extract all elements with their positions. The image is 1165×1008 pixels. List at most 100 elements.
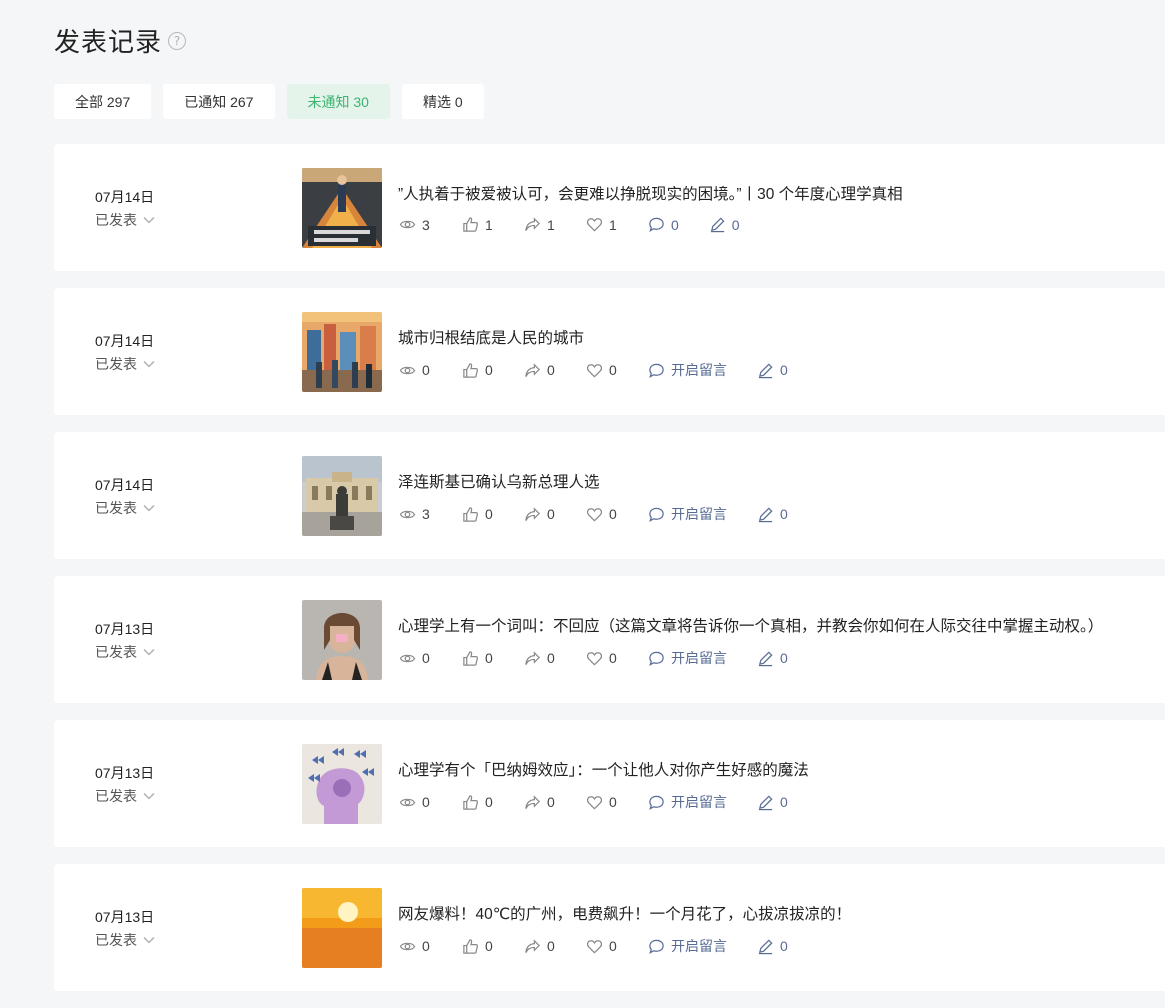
article-date: 07月14日 bbox=[95, 477, 155, 493]
read-count: 3 bbox=[399, 506, 462, 523]
pen-icon bbox=[758, 938, 773, 954]
heart-icon bbox=[586, 795, 603, 810]
comment-icon bbox=[649, 363, 664, 378]
chevron-down-icon bbox=[143, 649, 155, 656]
status-dropdown[interactable]: 已发表 bbox=[95, 642, 155, 662]
comment-control[interactable]: 开启留言 bbox=[648, 504, 727, 524]
note-control[interactable]: 0 bbox=[757, 506, 788, 523]
heart-icon bbox=[586, 939, 603, 954]
thumbs-up-icon bbox=[463, 217, 478, 232]
article-card: 07月14日 已发表 城市归根结底是人民的城市 0 0 0 0 开启留言 0 bbox=[54, 288, 1165, 415]
article-title[interactable]: 网友爆料！40℃的广州，电费飙升！一个月花了，心拔凉拔凉的！ bbox=[398, 902, 851, 924]
share-count: 0 bbox=[524, 362, 586, 379]
tab-notified[interactable]: 已通知 267 bbox=[163, 84, 275, 119]
favorite-count: 0 bbox=[586, 650, 648, 667]
share-icon bbox=[525, 650, 540, 665]
article-cover-image[interactable] bbox=[302, 600, 382, 680]
status-dropdown[interactable]: 已发表 bbox=[95, 786, 155, 806]
tab-all[interactable]: 全部 297 bbox=[54, 84, 152, 119]
comment-control[interactable]: 开启留言 bbox=[648, 648, 727, 668]
chevron-down-icon bbox=[143, 217, 155, 224]
article-cover-image[interactable] bbox=[302, 312, 382, 392]
read-count: 0 bbox=[399, 938, 462, 955]
article-title[interactable]: 泽连斯基已确认乌新总理人选 bbox=[398, 470, 600, 492]
tab-not-notified[interactable]: 未通知 30 bbox=[286, 84, 390, 119]
article-cover-image[interactable] bbox=[302, 168, 382, 248]
status-dropdown[interactable]: 已发表 bbox=[95, 210, 155, 230]
favorite-count: 0 bbox=[586, 794, 648, 811]
thumbs-up-icon bbox=[463, 794, 478, 810]
share-count: 0 bbox=[524, 650, 586, 667]
like-count: 0 bbox=[462, 794, 524, 811]
chevron-down-icon bbox=[143, 505, 155, 512]
chevron-down-icon bbox=[143, 361, 155, 368]
article-status: 已发表 bbox=[95, 644, 137, 660]
thumbs-up-icon bbox=[463, 650, 478, 666]
thumbs-up-icon bbox=[463, 362, 478, 378]
comment-control[interactable]: 开启留言 bbox=[648, 792, 727, 812]
article-cover-image[interactable] bbox=[302, 744, 382, 824]
favorite-count: 1 bbox=[586, 216, 648, 233]
read-count: 0 bbox=[399, 362, 462, 379]
like-count: 0 bbox=[462, 506, 524, 523]
article-stats: 3 1 1 1 0 0 bbox=[399, 216, 740, 233]
filter-tabs: 全部 297 已通知 267 未通知 30 精选 0 bbox=[54, 84, 484, 119]
article-cover-image[interactable] bbox=[302, 456, 382, 536]
article-card: 07月14日 已发表 泽连斯基已确认乌新总理人选 3 0 0 0 开启留言 0 bbox=[54, 432, 1165, 559]
share-icon bbox=[525, 794, 540, 809]
pen-icon bbox=[758, 506, 773, 522]
question-circle-icon[interactable]: ? bbox=[168, 31, 187, 50]
eye-icon bbox=[399, 942, 416, 950]
article-stats: 0 0 0 0 开启留言 0 bbox=[399, 648, 788, 668]
like-count: 0 bbox=[462, 938, 524, 955]
comment-icon bbox=[649, 795, 664, 810]
article-status: 已发表 bbox=[95, 356, 137, 372]
pen-icon bbox=[758, 794, 773, 810]
heart-icon bbox=[586, 507, 603, 522]
note-control[interactable]: 0 bbox=[757, 362, 788, 379]
article-title[interactable]: ”人执着于被爱被认可，会更难以挣脱现实的困境。”丨30 个年度心理学真相 bbox=[398, 182, 903, 204]
article-status: 已发表 bbox=[95, 932, 137, 948]
article-date: 07月14日 bbox=[95, 189, 155, 205]
status-dropdown[interactable]: 已发表 bbox=[95, 498, 155, 518]
comment-control[interactable]: 0 bbox=[648, 216, 679, 233]
heart-icon bbox=[586, 363, 603, 378]
eye-icon bbox=[399, 654, 416, 662]
comment-control[interactable]: 开启留言 bbox=[648, 936, 727, 956]
note-control[interactable]: 0 bbox=[757, 794, 788, 811]
article-title[interactable]: 城市归根结底是人民的城市 bbox=[398, 326, 584, 348]
article-stats: 3 0 0 0 开启留言 0 bbox=[399, 504, 788, 524]
article-card: 07月13日 已发表 心理学上有一个词叫：不回应（这篇文章将告诉你一个真相，并教… bbox=[54, 576, 1165, 703]
article-date: 07月14日 bbox=[95, 333, 155, 349]
comment-control[interactable]: 开启留言 bbox=[648, 360, 727, 380]
favorite-count: 0 bbox=[586, 938, 648, 955]
read-count: 0 bbox=[399, 794, 462, 811]
like-count: 0 bbox=[462, 362, 524, 379]
status-dropdown[interactable]: 已发表 bbox=[95, 930, 155, 950]
share-icon bbox=[525, 362, 540, 377]
read-count: 3 bbox=[399, 216, 462, 233]
note-control[interactable]: 0 bbox=[709, 216, 740, 233]
share-count: 0 bbox=[524, 506, 586, 523]
article-card: 07月14日 已发表 ”人执着于被爱被认可，会更难以挣脱现实的困境。”丨30 个… bbox=[54, 144, 1165, 271]
article-cover-image[interactable] bbox=[302, 888, 382, 968]
comment-icon bbox=[649, 939, 664, 954]
comment-icon bbox=[649, 217, 664, 232]
note-control[interactable]: 0 bbox=[757, 650, 788, 667]
tab-featured[interactable]: 精选 0 bbox=[401, 84, 484, 119]
article-card: 07月13日 已发表 网友爆料！40℃的广州，电费飙升！一个月花了，心拔凉拔凉的… bbox=[54, 864, 1165, 991]
article-title[interactable]: 心理学上有一个词叫：不回应（这篇文章将告诉你一个真相，并教会你如何在人际交往中掌… bbox=[398, 614, 1103, 636]
like-count: 1 bbox=[462, 216, 524, 233]
share-count: 0 bbox=[524, 938, 586, 955]
share-icon bbox=[525, 938, 540, 953]
article-date: 07月13日 bbox=[95, 621, 155, 637]
note-control[interactable]: 0 bbox=[757, 938, 788, 955]
article-stats: 0 0 0 0 开启留言 0 bbox=[399, 360, 788, 380]
eye-icon bbox=[399, 366, 416, 374]
status-dropdown[interactable]: 已发表 bbox=[95, 354, 155, 374]
heart-icon bbox=[586, 218, 603, 232]
article-date: 07月13日 bbox=[95, 765, 155, 781]
eye-icon bbox=[399, 798, 416, 806]
pen-icon bbox=[710, 217, 725, 233]
article-title[interactable]: 心理学有个「巴纳姆效应」：一个让他人对你产生好感的魔法 bbox=[398, 758, 809, 780]
